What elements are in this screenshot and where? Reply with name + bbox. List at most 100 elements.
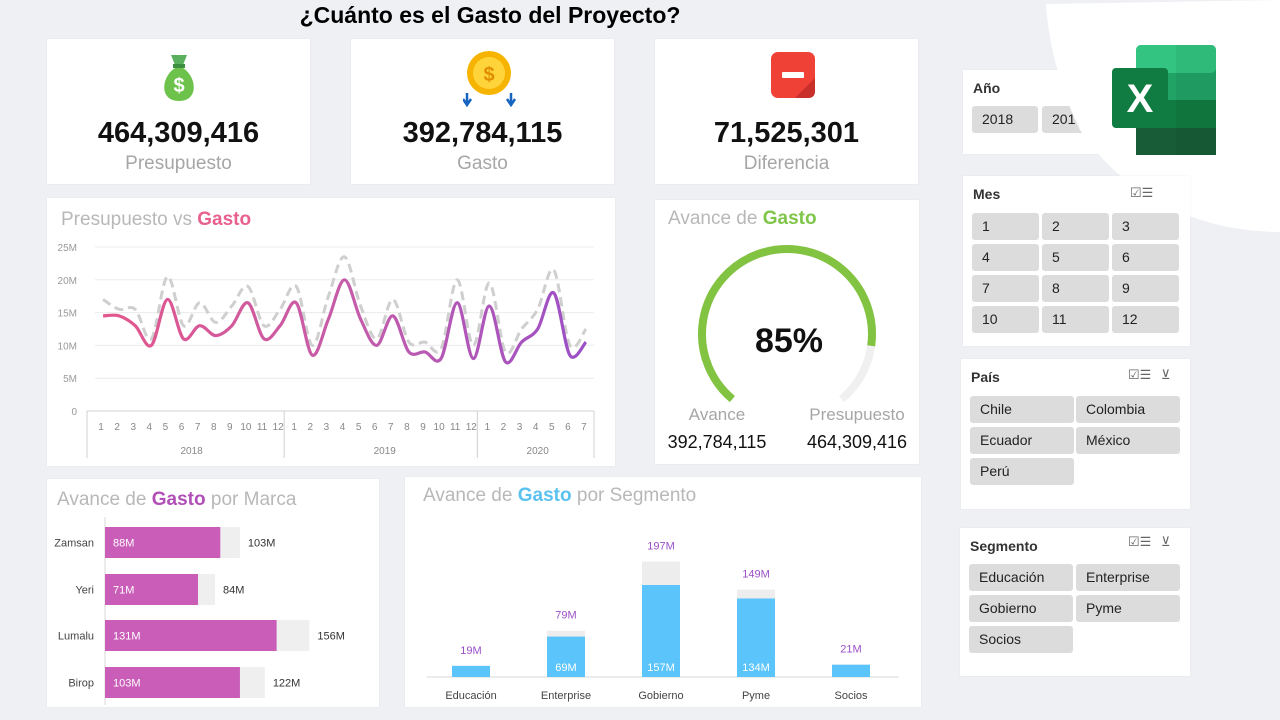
x-tick-label: 9 (227, 422, 233, 433)
multi-select-icon[interactable]: ☑☰ (1130, 185, 1153, 201)
category-label: Socios (834, 690, 868, 702)
y-tick-label: 25M (58, 243, 77, 254)
slicer-pais-ecuador[interactable]: Ecuador (970, 427, 1074, 454)
x-tick-label: 10 (240, 422, 252, 433)
gauge-left-label: Avance (688, 405, 746, 424)
slicer-mes-2[interactable]: 2 (1042, 213, 1109, 240)
gauge-left-value: 392,784,115 (667, 432, 767, 452)
slicer-segmento-gobierno[interactable]: Gobierno (969, 595, 1073, 622)
gauge-card: Avance de Gasto 85% Avance 392,784,115 P… (655, 200, 919, 464)
year-label: 2018 (180, 446, 203, 457)
slicer-mes-1[interactable]: 1 (972, 213, 1039, 240)
gauge-right-value: 464,309,416 (806, 432, 908, 452)
x-tick-label: 2 (501, 422, 507, 433)
slicer-segmento-educacion[interactable]: Educación (969, 564, 1073, 591)
y-tick-label: 20M (58, 276, 77, 287)
x-tick-label: 4 (147, 422, 153, 433)
x-tick-label: 6 (372, 422, 378, 433)
slicer-pais-mexico[interactable]: México (1076, 427, 1180, 454)
kpi-card-presupuesto: $ 464,309,416 Presupuesto (47, 39, 310, 184)
year-label: 2019 (374, 446, 397, 457)
column-top-label: 21M (840, 644, 861, 656)
slicer-segmento-title: Segmento (970, 538, 1038, 554)
category-label: Yeri (75, 585, 94, 597)
slicer-pais: País ☑☰ ⊻ Chile Colombia Ecuador México … (961, 359, 1190, 509)
x-tick-label: 12 (273, 422, 285, 433)
minus-icon (771, 52, 815, 98)
slicer-segmento: Segmento ☑☰ ⊻ Educación Enterprise Gobie… (960, 528, 1190, 676)
y-tick-label: 5M (63, 374, 77, 385)
x-tick-label: 8 (211, 422, 217, 433)
bar-presupuesto-label: 156M (317, 631, 345, 643)
series-presupuesto-line (102, 255, 588, 355)
multi-select-icon[interactable]: ☑☰ (1128, 534, 1151, 550)
kpi-diferencia-label: Diferencia (743, 153, 830, 174)
category-label: Zamsan (54, 538, 94, 550)
slicer-mes: Mes ☑☰ 1 2 3 4 5 6 7 8 9 10 11 12 (963, 176, 1190, 346)
bar-gasto-label: 88M (113, 538, 134, 550)
coin-down-icon: $ (463, 51, 517, 108)
brand-chart-card: Avance de Gasto por Marca Zamsan 88M 103M Y… (47, 479, 379, 707)
excel-logo-icon: X (1112, 45, 1216, 155)
x-tick-label: 9 (420, 422, 426, 433)
column-top-label: 79M (555, 610, 576, 622)
multi-select-icon[interactable]: ☑☰ (1128, 367, 1151, 383)
slicer-mes-12[interactable]: 12 (1112, 306, 1179, 333)
x-tick-label: 3 (324, 422, 330, 433)
x-tick-label: 11 (257, 422, 268, 433)
bar-gasto-label: 71M (113, 585, 134, 597)
slicer-mes-9[interactable]: 9 (1112, 275, 1179, 302)
x-tick-label: 3 (130, 422, 136, 433)
x-tick-label: 5 (549, 422, 555, 433)
kpi-card-diferencia: 71,525,301 Diferencia (655, 39, 918, 184)
y-tick-label: 0 (71, 407, 77, 418)
clear-filter-icon[interactable]: ⊻ (1161, 367, 1171, 383)
slicer-mes-3[interactable]: 3 (1112, 213, 1179, 240)
category-label: Lumalu (58, 631, 94, 643)
segment-column-chart: 19M Educación 79M 69M Enterprise 197M 157M Gobi… (427, 541, 899, 702)
kpi-presupuesto-value: 464,309,416 (97, 117, 260, 149)
excel-logo-letter: X (1127, 77, 1154, 121)
slicer-pais-peru[interactable]: Perú (970, 458, 1074, 485)
category-label: Educación (445, 690, 496, 702)
bar-presupuesto-label: 103M (248, 538, 276, 550)
svg-text:$: $ (483, 64, 494, 86)
column-gasto (452, 665, 490, 677)
slicer-segmento-socios[interactable]: Socios (969, 626, 1073, 653)
x-tick-label: 2 (308, 422, 314, 433)
slicer-segmento-pyme[interactable]: Pyme (1076, 595, 1180, 622)
page-title: ¿Cuánto es el Gasto del Proyecto? (299, 2, 681, 28)
slicer-mes-5[interactable]: 5 (1042, 244, 1109, 271)
slicer-pais-chile[interactable]: Chile (970, 396, 1074, 423)
gauge-right-label: Presupuesto (809, 405, 905, 424)
brand-bar-chart: Zamsan 88M 103M Yeri 71M 84M Lumalu 131M 156M Bir… (54, 517, 345, 705)
x-tick-label: 4 (533, 422, 539, 433)
segment-chart-card: Avance de Gasto por Segmento 19M Educació… (405, 477, 921, 707)
slicer-anio-2018[interactable]: 2018 (972, 106, 1038, 133)
column-inner-label: 157M (647, 662, 675, 674)
slicer-mes-4[interactable]: 4 (972, 244, 1039, 271)
x-tick-label: 4 (340, 422, 346, 433)
slicer-mes-6[interactable]: 6 (1112, 244, 1179, 271)
column-inner-label: 69M (555, 662, 576, 674)
slicer-pais-title: País (971, 369, 1000, 385)
category-label: Pyme (742, 690, 770, 702)
slicer-mes-title: Mes (973, 186, 1001, 202)
column-gasto (832, 664, 870, 677)
slicer-mes-8[interactable]: 8 (1042, 275, 1109, 302)
x-tick-label: 1 (291, 422, 297, 433)
slicer-anio-title: Año (973, 80, 1001, 96)
bar-gasto-label: 131M (113, 631, 141, 643)
y-tick-label: 15M (58, 309, 77, 320)
slicer-mes-11[interactable]: 11 (1042, 306, 1109, 333)
clear-filter-icon[interactable]: ⊻ (1161, 534, 1171, 550)
x-tick-label: 10 (434, 422, 446, 433)
kpi-gasto-label: Gasto (457, 153, 508, 174)
slicer-segmento-enterprise[interactable]: Enterprise (1076, 564, 1180, 591)
x-tick-label: 6 (179, 422, 185, 433)
slicer-pais-colombia[interactable]: Colombia (1076, 396, 1180, 423)
slicer-mes-10[interactable]: 10 (972, 306, 1039, 333)
line-chart: 25M20M15M10M5M01 2 3 4 5 6 7 8 9 10 11 12 1 2 3 4 5 6 7 8 9 1… (58, 243, 595, 458)
slicer-mes-7[interactable]: 7 (972, 275, 1039, 302)
kpi-card-gasto: $ 392,784,115 Gasto (351, 39, 614, 184)
